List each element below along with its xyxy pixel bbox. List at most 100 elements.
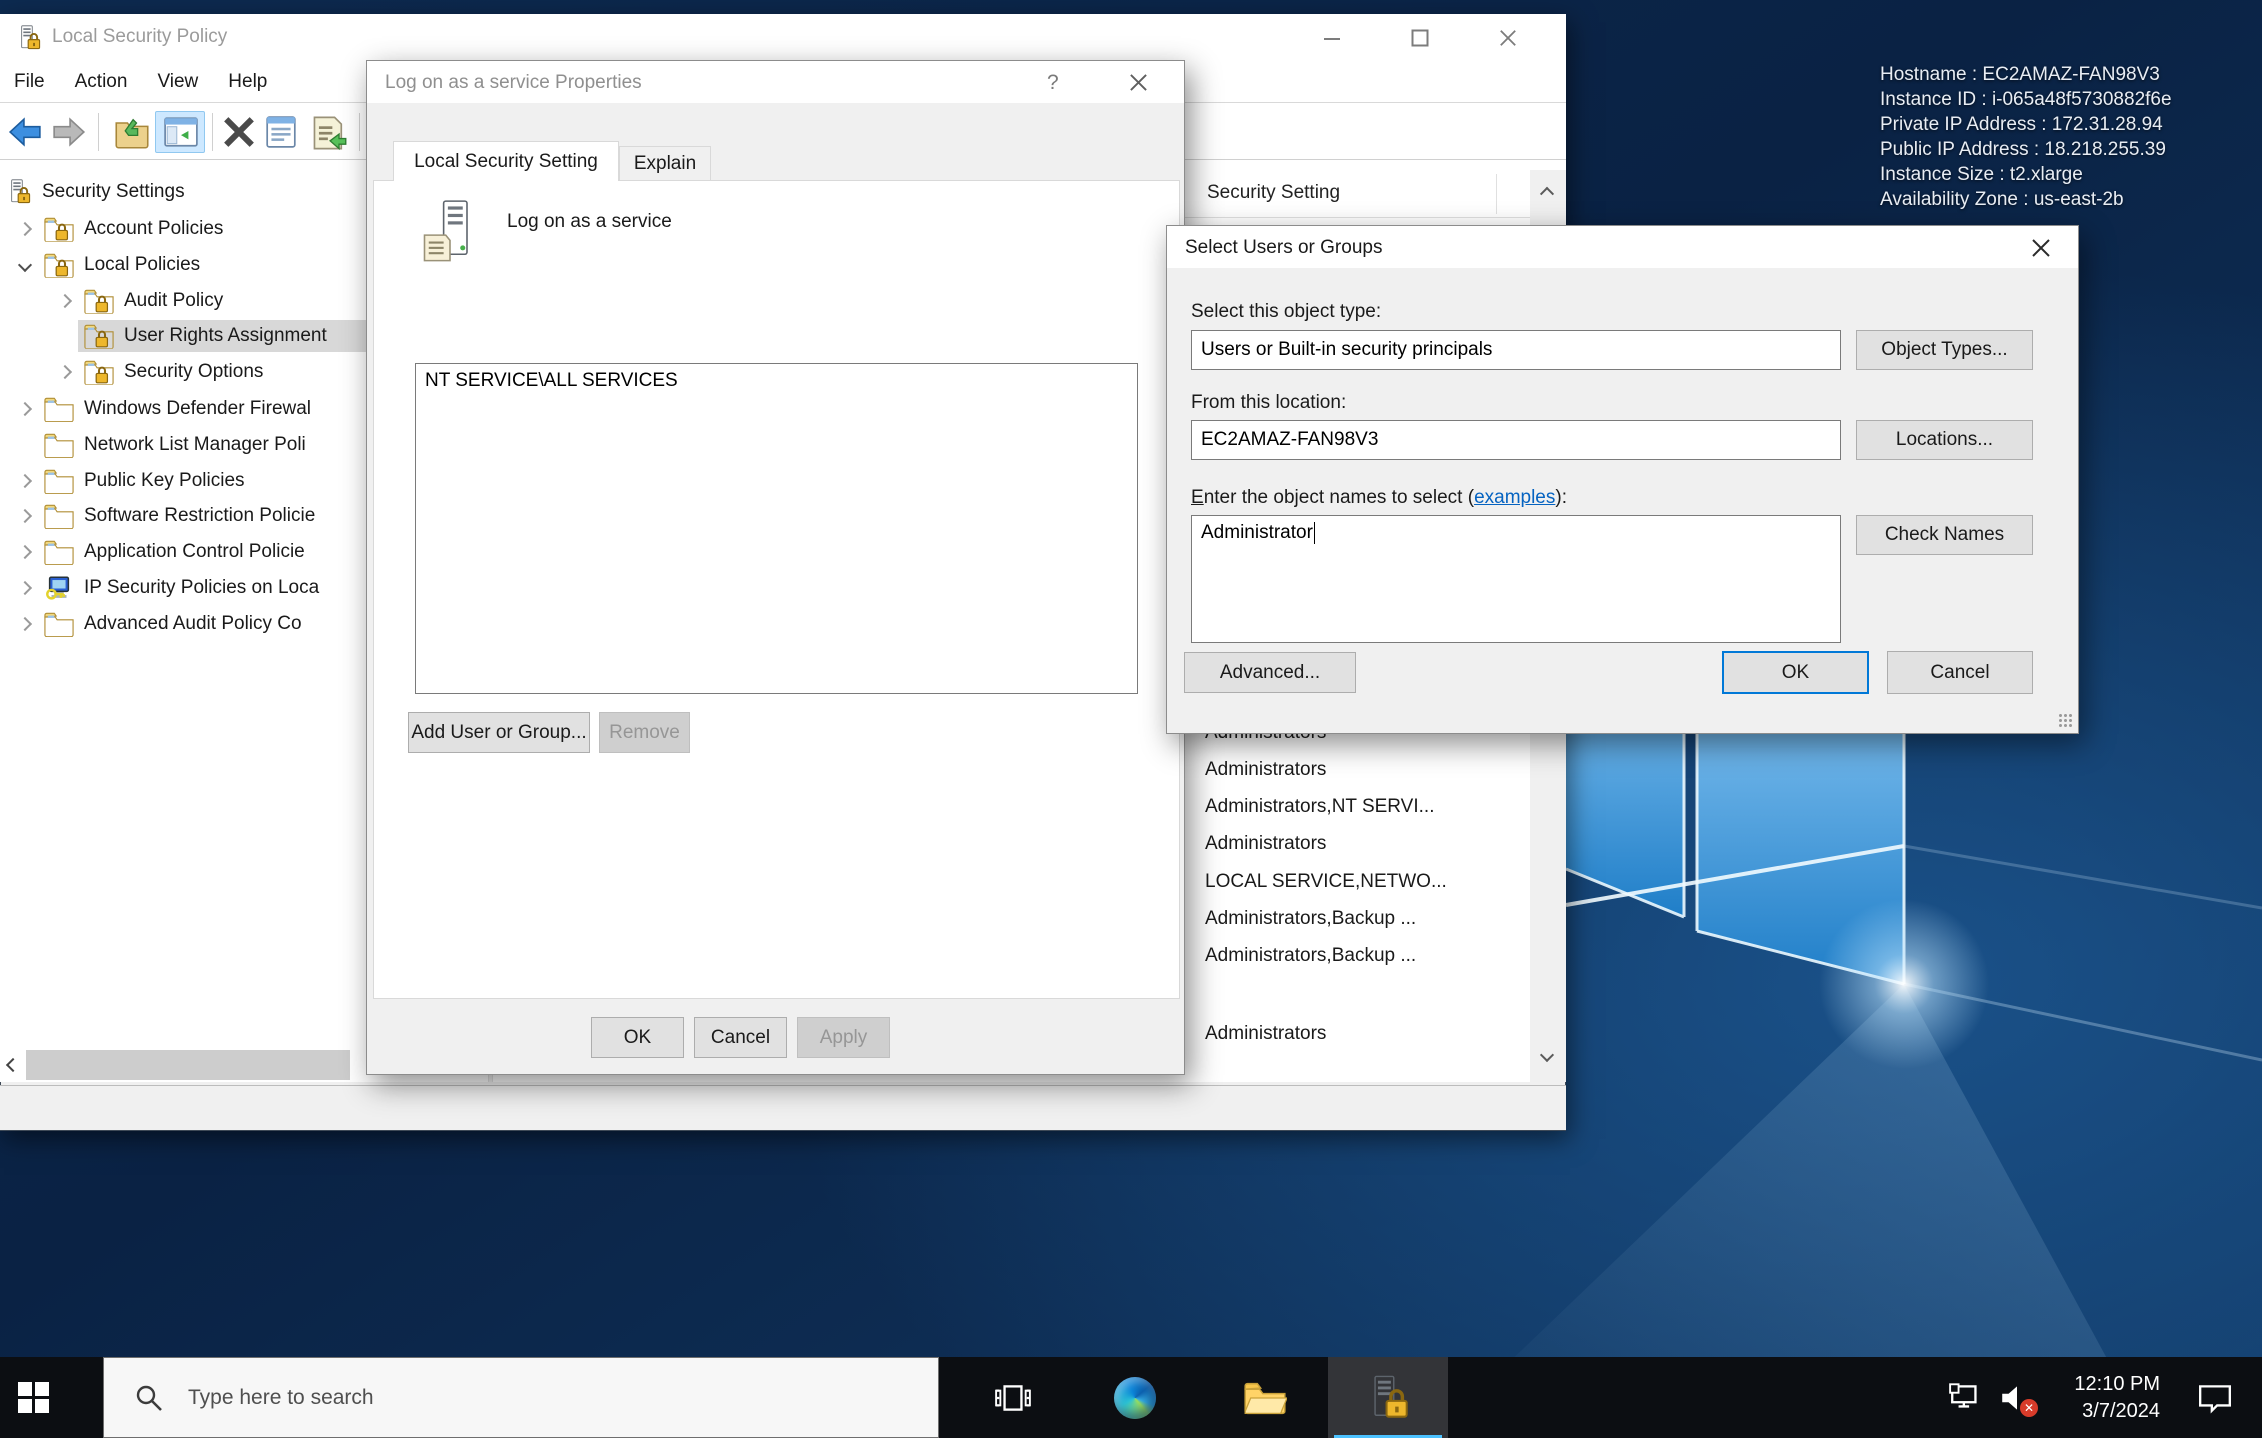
file-explorer-button[interactable]	[1230, 1357, 1300, 1438]
menu-action[interactable]: Action	[75, 71, 144, 93]
cancel-button[interactable]: Cancel	[1887, 651, 2033, 694]
scroll-up-icon[interactable]	[1540, 187, 1554, 201]
list-row[interactable]: LOCAL SERVICE,NETWO...	[1205, 871, 1447, 893]
edge-icon	[1114, 1377, 1156, 1419]
remove-button[interactable]: Remove	[599, 712, 690, 753]
network-tray-icon[interactable]	[1948, 1357, 1992, 1438]
taskbar: Type here to search ✕ 12:10 PM 3/7/2024	[0, 1357, 2262, 1438]
check-names-button[interactable]: Check Names	[1856, 515, 2033, 555]
label-suffix: ):	[1555, 487, 1567, 508]
tree-label[interactable]: Software Restriction Policie	[84, 505, 315, 527]
delete-icon[interactable]	[222, 115, 256, 149]
task-view-button[interactable]	[975, 1357, 1051, 1438]
advanced-button[interactable]: Advanced...	[1184, 652, 1356, 693]
apply-button[interactable]: Apply	[797, 1017, 890, 1058]
export-folder-icon[interactable]	[114, 115, 150, 149]
object-names-field[interactable]: Administrator	[1191, 515, 1841, 643]
chevron-right-icon[interactable]	[18, 581, 32, 595]
back-icon[interactable]	[8, 115, 42, 149]
console-tree-icon	[163, 116, 199, 148]
toolbar-separator	[359, 113, 360, 151]
tree-label[interactable]: Windows Defender Firewal	[84, 398, 311, 420]
menu-file[interactable]: File	[14, 71, 61, 93]
tree-scrollbar-thumb[interactable]	[26, 1050, 350, 1080]
chevron-right-icon[interactable]	[18, 545, 32, 559]
info-instance-size: Instance Size : t2.xlarge	[1880, 162, 2172, 187]
tree-label[interactable]: Security Options	[124, 361, 263, 383]
tree-label[interactable]: Network List Manager Poli	[84, 434, 306, 456]
tree-label[interactable]: Account Policies	[84, 218, 223, 240]
tree-label[interactable]: Security Settings	[42, 181, 185, 203]
info-public-ip: Public IP Address : 18.218.255.39	[1880, 137, 2172, 162]
list-row[interactable]: Administrators,Backup ...	[1205, 908, 1416, 930]
cancel-button[interactable]: Cancel	[694, 1017, 787, 1058]
add-user-or-group-button[interactable]: Add User or Group...	[408, 712, 590, 753]
ok-button[interactable]: OK	[1722, 651, 1869, 694]
show-console-tree-button[interactable]	[155, 111, 205, 153]
object-types-button[interactable]: Object Types...	[1856, 330, 2033, 370]
help-button[interactable]: ?	[1047, 71, 1059, 95]
taskbar-search[interactable]: Type here to search	[103, 1357, 939, 1438]
list-row[interactable]: Administrators	[1205, 759, 1326, 781]
export-list-icon[interactable]	[310, 115, 348, 151]
search-placeholder: Type here to search	[188, 1386, 374, 1410]
dialog-title: Log on as a service Properties	[385, 72, 642, 94]
tab-local-security-setting[interactable]: Local Security Setting	[393, 141, 619, 181]
toolbar-separator	[98, 113, 99, 151]
close-button[interactable]	[1473, 14, 1543, 62]
local-security-policy-icon	[1365, 1375, 1411, 1421]
chevron-right-icon[interactable]	[18, 509, 32, 523]
dialog-close-button[interactable]	[2031, 238, 2051, 264]
object-type-field[interactable]: Users or Built-in security principals	[1191, 330, 1841, 370]
list-row[interactable]: Administrators,Backup ...	[1205, 945, 1416, 967]
resize-grip[interactable]	[2058, 713, 2072, 727]
locations-button[interactable]: Locations...	[1856, 420, 2033, 460]
location-field[interactable]: EC2AMAZ-FAN98V3	[1191, 420, 1841, 460]
maximize-button[interactable]	[1385, 14, 1455, 62]
members-listbox[interactable]: NT SERVICE\ALL SERVICES	[415, 363, 1138, 694]
start-button[interactable]	[0, 1357, 66, 1438]
minimize-button[interactable]	[1297, 14, 1367, 62]
folder-lock-icon	[44, 217, 74, 242]
chevron-right-icon[interactable]	[18, 617, 32, 631]
tree-label[interactable]: Advanced Audit Policy Co	[84, 613, 302, 635]
dialog-close-button[interactable]	[1129, 73, 1148, 98]
chevron-right-icon[interactable]	[18, 222, 32, 236]
chevron-down-icon[interactable]	[18, 258, 32, 272]
chevron-right-icon[interactable]	[18, 474, 32, 488]
column-security-setting[interactable]: Security Setting	[1207, 182, 1340, 204]
properties-icon[interactable]	[264, 115, 298, 149]
list-row[interactable]: Administrators	[1205, 833, 1326, 855]
action-center-button[interactable]	[2185, 1357, 2245, 1438]
security-settings-icon	[6, 179, 32, 205]
edge-button[interactable]	[1100, 1357, 1170, 1438]
chevron-right-icon[interactable]	[58, 294, 72, 308]
member-item[interactable]: NT SERVICE\ALL SERVICES	[425, 370, 678, 392]
local-security-policy-taskbar-button[interactable]	[1328, 1357, 1448, 1438]
info-private-ip: Private IP Address : 172.31.28.94	[1880, 112, 2172, 137]
list-row[interactable]: Administrators,NT SERVI...	[1205, 796, 1434, 818]
ethernet-icon	[1948, 1382, 1986, 1414]
tree-label[interactable]: Audit Policy	[124, 290, 223, 312]
folder-icon	[44, 469, 74, 494]
volume-tray-icon[interactable]: ✕	[1998, 1357, 2044, 1438]
tree-label[interactable]: Public Key Policies	[84, 470, 245, 492]
tree-label[interactable]: Local Policies	[84, 254, 200, 276]
chevron-right-icon[interactable]	[18, 402, 32, 416]
column-divider[interactable]	[1496, 174, 1497, 214]
folder-lock-icon	[44, 253, 74, 278]
ok-button[interactable]: OK	[591, 1017, 684, 1058]
examples-link[interactable]: examples	[1474, 487, 1555, 508]
scroll-down-icon[interactable]	[1540, 1048, 1554, 1062]
menu-view[interactable]: View	[157, 71, 214, 93]
tree-scroll-left-button[interactable]	[0, 1048, 26, 1082]
tab-explain[interactable]: Explain	[619, 146, 711, 181]
list-row[interactable]: Administrators	[1205, 1023, 1326, 1045]
taskbar-clock[interactable]: 12:10 PM 3/7/2024	[2048, 1357, 2160, 1438]
menu-help[interactable]: Help	[228, 71, 283, 93]
tree-label[interactable]: IP Security Policies on Loca	[84, 577, 319, 599]
chevron-right-icon[interactable]	[58, 365, 72, 379]
tree-label[interactable]: User Rights Assignment	[124, 325, 327, 347]
tree-label[interactable]: Application Control Policie	[84, 541, 305, 563]
forward-icon[interactable]	[52, 115, 86, 149]
